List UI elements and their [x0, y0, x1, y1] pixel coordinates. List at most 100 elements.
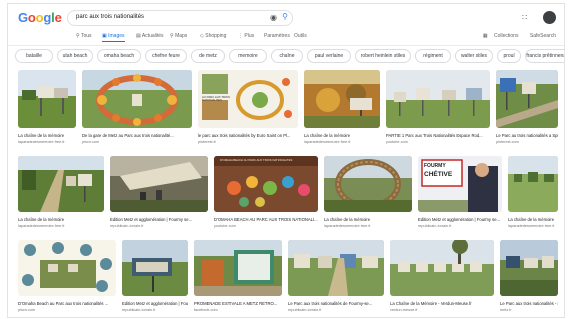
result-thumbnail[interactable]: [110, 156, 208, 212]
result-thumbnail[interactable]: [390, 240, 494, 296]
tab-maps[interactable]: ⚲ Maps: [170, 33, 187, 39]
result-source: laparadedesmemoire.free.fr: [324, 224, 371, 228]
header-divider: [8, 45, 564, 46]
tab-news[interactable]: ▤ Actualités: [136, 33, 164, 39]
result-caption: La chaîne de la mémoire: [304, 133, 351, 138]
search-tabs: ⚲ Tous ▣ Images ▤ Actualités ⚲ Maps ◇ Sh…: [68, 31, 368, 43]
result-caption: PROMENADE ESTIVALE A METZ RETRO...: [194, 301, 278, 306]
image-result[interactable]: AU PARC AUX TROIS NATIONALITES le parc a…: [198, 70, 298, 150]
result-thumbnail[interactable]: [496, 70, 558, 128]
result-caption: La chaîne de la mémoire: [508, 217, 555, 222]
result-source: laparadedesmemoire.free.fr: [18, 140, 65, 144]
result-thumbnail[interactable]: FOURMY CHÉTIVE: [418, 156, 502, 212]
result-thumbnail[interactable]: [508, 156, 558, 212]
tab-shopping[interactable]: ◇ Shopping: [200, 33, 226, 39]
result-caption: Le Parc au trois nationalités a Spichere…: [496, 133, 558, 138]
tools-area: ▦ Collections SafeSearch: [478, 33, 556, 39]
image-result[interactable]: PROMENADE ESTIVALE A METZ RETRO... faceb…: [194, 240, 282, 317]
image-result[interactable]: Le Parc au trois nationalités a Spichere…: [496, 70, 558, 150]
result-thumbnail[interactable]: [122, 240, 188, 296]
tab-tools[interactable]: Outils: [294, 33, 307, 39]
chip[interactable]: francis prêtinnenage: [526, 50, 564, 62]
chip[interactable]: walter stiles: [456, 50, 492, 62]
image-result[interactable]: La chaîne de la mémoire laparadedesmemoi…: [304, 70, 380, 150]
google-logo[interactable]: Google: [18, 10, 62, 25]
image-sign-text: AU PARC AUX TROIS NATIONALITES: [202, 96, 230, 102]
image-result[interactable]: La chaîne de la mémoire laparadedesmemoi…: [18, 156, 104, 234]
apps-grid-icon[interactable]: ∷: [522, 13, 527, 22]
result-source: laparadedesmemoire.free.fr: [508, 224, 555, 228]
result-thumbnail[interactable]: [304, 70, 380, 128]
search-input[interactable]: parc aux trois nationalités: [76, 14, 144, 20]
image-result[interactable]: Edition Metz et agglomération | Fourmy s…: [122, 240, 188, 317]
result-thumbnail[interactable]: [386, 70, 490, 128]
result-source: laparadedesmemoire.free.fr: [18, 224, 65, 228]
image-result[interactable]: FOURMY CHÉTIVE Edition Metz et aggloméra…: [418, 156, 502, 234]
result-caption: Le Parc aux trois nationalités de Fourmy…: [288, 301, 373, 306]
result-source: republicain-lorrain.fr: [122, 308, 156, 312]
image-result[interactable]: D'OMAHA BEACH AU PARC AUX TROIS NATIONAL…: [214, 156, 318, 234]
chip[interactable]: omaha beach: [98, 50, 140, 62]
result-caption: D'Omaha Beach au Parc aux trois national…: [18, 301, 109, 306]
safesearch-link[interactable]: SafeSearch: [525, 33, 556, 39]
result-source: pinterest.com: [496, 140, 519, 144]
result-thumbnail[interactable]: [288, 240, 384, 296]
chip[interactable]: de metz: [192, 50, 224, 62]
image-result[interactable]: La chaîne de la mémoire laparadedesmemoi…: [508, 156, 558, 234]
chip[interactable]: paul verlaine: [308, 50, 350, 62]
chip[interactable]: memoire: [230, 50, 266, 62]
result-caption: Edition Metz et agglomération | Fourmy s…: [418, 217, 501, 222]
image-result[interactable]: Le Parc aux trois nationalités - Espace …: [500, 240, 558, 317]
camera-icon[interactable]: ◉: [270, 13, 277, 22]
image-result[interactable]: Edition Metz et agglomération | Fourmy s…: [110, 156, 208, 234]
result-thumbnail[interactable]: [18, 240, 116, 296]
chip[interactable]: robert heinlein stiles: [356, 50, 410, 62]
result-thumbnail[interactable]: D'OMAHA BEACH AU PARC AUX TROIS NATIONAL…: [214, 156, 318, 212]
avatar[interactable]: [543, 11, 556, 24]
result-thumbnail[interactable]: [18, 156, 104, 212]
chip[interactable]: chaîne: [272, 50, 302, 62]
chip[interactable]: bataille: [16, 50, 52, 62]
chip[interactable]: régiment: [416, 50, 450, 62]
result-source: piscn.com: [82, 140, 100, 144]
result-thumbnail[interactable]: [324, 156, 412, 212]
collections-link[interactable]: ▦ Collections: [483, 33, 519, 39]
image-sign-text: CHÉTIVE: [424, 171, 453, 178]
tab-settings[interactable]: Paramètres: [264, 33, 290, 39]
image-sign-text: D'OMAHA BEACH AU PARC AUX TROIS NATIONAL…: [220, 158, 293, 162]
result-source: metz.fr: [500, 308, 512, 312]
tab-all[interactable]: ⚲ Tous: [76, 33, 92, 39]
result-caption: Edition Metz et agglomération | Fourmy s…: [122, 301, 188, 306]
search-box[interactable]: parc aux trois nationalités ◉ ⚲: [68, 11, 292, 25]
result-caption: La Chaîne de la Mémoire - Verdun-Meuse.f…: [390, 301, 472, 306]
result-thumbnail[interactable]: [82, 70, 192, 128]
image-result[interactable]: De la gare de Metz au Parc aux trois nat…: [82, 70, 192, 150]
result-source: laparadedesmemoire.free.fr: [304, 140, 351, 144]
result-caption: le parc aux trois nationalités by Euro S…: [198, 133, 291, 138]
tab-more[interactable]: ⋮ Plus: [238, 33, 254, 39]
result-thumbnail[interactable]: [500, 240, 558, 296]
related-chips: bataille utah beach omaha beach chefne f…: [16, 50, 564, 64]
result-source: republicain-lorrain.fr: [288, 308, 322, 312]
result-caption: De la gare de Metz au Parc aux trois nat…: [82, 133, 174, 138]
result-thumbnail[interactable]: [18, 70, 76, 128]
result-source: youtube.com: [386, 140, 408, 144]
result-caption: D'OMAHA BEACH AU PARC AUX TROIS NATIONAL…: [214, 217, 318, 222]
image-sign-text: FOURMY: [424, 163, 446, 169]
result-source: republicain-lorrain.fr: [418, 224, 452, 228]
chip[interactable]: proul: [498, 50, 520, 62]
chip[interactable]: chefne feure: [146, 50, 186, 62]
image-result[interactable]: D'Omaha Beach au Parc aux trois national…: [18, 240, 116, 317]
image-result[interactable]: La chaîne de la mémoire laparadedesmemoi…: [324, 156, 412, 234]
tab-images[interactable]: ▣ Images: [102, 33, 125, 42]
image-result[interactable]: La chaîne de la mémoire laparadedesmemoi…: [18, 70, 76, 150]
image-result[interactable]: PARTIE 1 Parc aux Trois Nationalités Esp…: [386, 70, 490, 150]
chip[interactable]: utah beach: [58, 50, 92, 62]
image-result[interactable]: La Chaîne de la Mémoire - Verdun-Meuse.f…: [390, 240, 494, 317]
result-thumbnail[interactable]: [194, 240, 282, 296]
search-icon[interactable]: ⚲: [282, 12, 288, 21]
browser-page: Google parc aux trois nationalités ◉ ⚲ ∷…: [8, 4, 564, 317]
result-source: facebook.com: [194, 308, 218, 312]
image-result[interactable]: Le Parc aux trois nationalités de Fourmy…: [288, 240, 384, 317]
result-thumbnail[interactable]: AU PARC AUX TROIS NATIONALITES: [198, 70, 298, 128]
